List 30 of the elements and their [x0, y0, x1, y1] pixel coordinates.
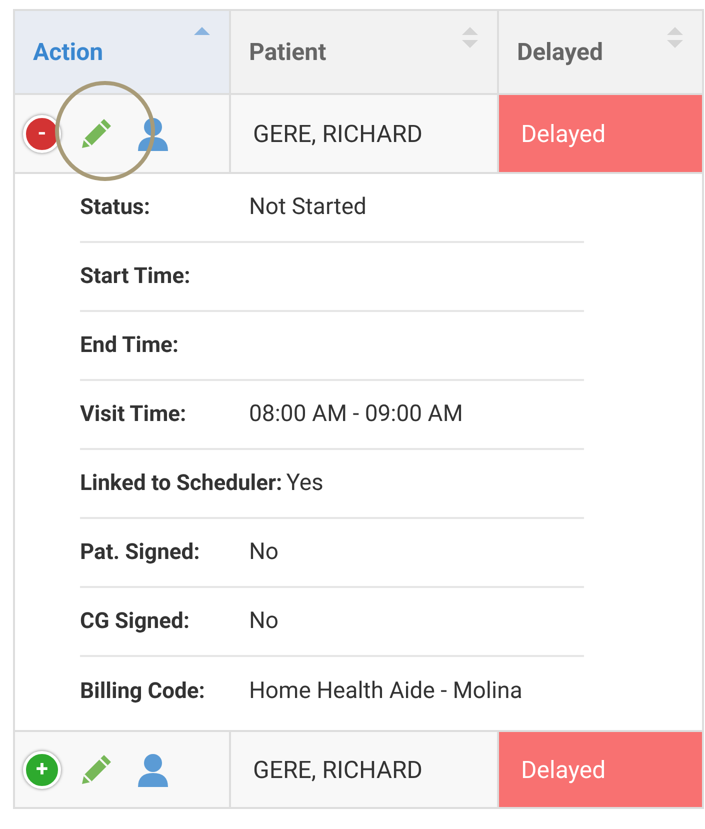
field-label: Visit Time: — [80, 401, 188, 429]
toggle-button[interactable]: + — [23, 750, 61, 788]
sort-icon — [461, 26, 479, 49]
field-label: End Time: — [80, 332, 180, 360]
field-label: Billing Code: — [80, 678, 206, 706]
field-label: Status: — [80, 194, 152, 222]
sort-icon — [666, 26, 684, 49]
patient-name: GERE, RICHARD — [253, 754, 423, 786]
field-value: No — [249, 537, 279, 568]
field-value: Not Started — [249, 192, 366, 222]
status-cell: Delayed — [499, 732, 702, 807]
field-value: 08:00 AM - 09:00 AM — [249, 399, 463, 430]
field-value: Home Health Aide - Molina — [249, 676, 522, 706]
patient-name: GERE, RICHARD — [253, 118, 423, 150]
field-label: Linked to Scheduler: — [80, 470, 284, 498]
sort-icon — [193, 26, 211, 35]
user-icon[interactable] — [137, 752, 169, 786]
field-label: Pat. Signed: — [80, 539, 201, 567]
field-label: CG Signed: — [80, 608, 191, 636]
status-cell: Delayed — [499, 95, 702, 172]
pencil-icon[interactable] — [79, 116, 113, 150]
column-header[interactable]: Action — [15, 11, 231, 93]
toggle-button[interactable]: - — [23, 114, 61, 152]
field-value: No — [249, 606, 279, 636]
user-icon[interactable] — [137, 116, 169, 150]
pencil-icon[interactable] — [79, 752, 113, 786]
field-label: Start Time: — [80, 263, 192, 291]
column-header[interactable]: Patient — [231, 11, 499, 93]
field-value: Yes — [286, 468, 324, 498]
column-header[interactable]: Delayed — [499, 11, 702, 93]
